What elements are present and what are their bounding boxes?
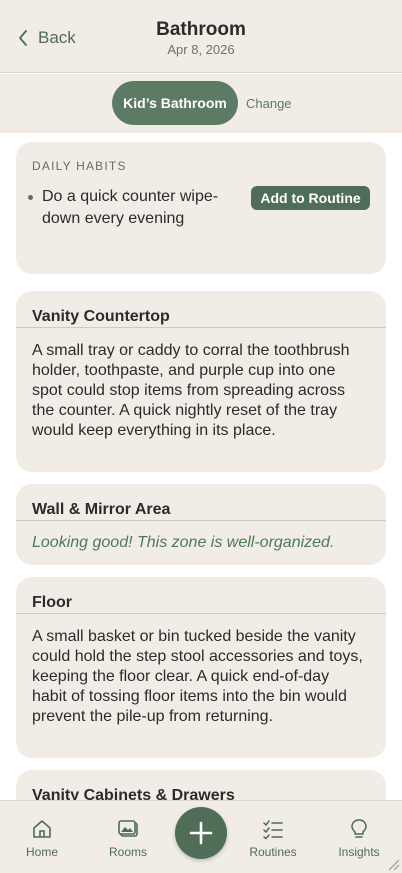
zone-description: A small tray or caddy to corral the toot… bbox=[32, 342, 350, 439]
zone-title: Floor bbox=[32, 594, 72, 611]
zone-description: A small basket or bin tucked beside the … bbox=[32, 628, 363, 725]
zone-title: Vanity Cabinets & Drawers bbox=[32, 787, 235, 800]
content-scroll[interactable]: DAILY HABITS Do a quick counter wipe-dow… bbox=[0, 133, 402, 800]
daily-habits-heading: DAILY HABITS bbox=[32, 159, 127, 173]
add-button[interactable] bbox=[175, 807, 227, 859]
nav-item-home[interactable]: Home bbox=[7, 818, 77, 859]
zone-status-good: Looking good! This zone is well-organize… bbox=[32, 534, 335, 551]
routines-icon bbox=[263, 820, 283, 840]
page-title: Bathroom bbox=[156, 19, 246, 40]
nav-label: Routines bbox=[249, 845, 297, 859]
rooms-icon bbox=[118, 820, 138, 837]
resize-handle-icon bbox=[388, 859, 400, 871]
nav-item-rooms[interactable]: Rooms bbox=[93, 818, 163, 859]
zone-card-vanity-countertop: Vanity Countertop A small tray or caddy … bbox=[16, 291, 386, 472]
add-to-routine-button[interactable]: Add to Routine bbox=[251, 186, 370, 210]
nav-item-routines[interactable]: Routines bbox=[238, 818, 308, 859]
top-header: Back Bathroom Apr 8, 2026 bbox=[0, 0, 402, 73]
daily-habits-card: DAILY HABITS Do a quick counter wipe-dow… bbox=[16, 142, 386, 274]
selected-room-pill[interactable]: Kid’s Bathroom bbox=[112, 81, 238, 125]
zone-title: Vanity Countertop bbox=[32, 308, 170, 325]
home-icon bbox=[33, 820, 51, 838]
zone-title: Wall & Mirror Area bbox=[32, 501, 171, 518]
zone-divider bbox=[16, 520, 386, 521]
change-room-link[interactable]: Change bbox=[246, 96, 292, 111]
nav-item-insights[interactable]: Insights bbox=[324, 818, 394, 859]
nav-label: Home bbox=[25, 845, 58, 859]
zone-card-wall-mirror: Wall & Mirror Area Looking good! This zo… bbox=[16, 484, 386, 565]
habit-item: Do a quick counter wipe-down every eveni… bbox=[28, 186, 222, 230]
zone-card-floor: Floor A small basket or bin tucked besid… bbox=[16, 577, 386, 758]
zone-divider bbox=[16, 613, 386, 614]
nav-label: Insights bbox=[338, 845, 380, 859]
lightbulb-icon bbox=[351, 819, 367, 838]
zone-card-vanity-cabinets: Vanity Cabinets & Drawers bbox=[16, 770, 386, 800]
page-date: Apr 8, 2026 bbox=[167, 42, 235, 57]
room-selector-bar: Kid’s Bathroom Change bbox=[0, 74, 402, 133]
nav-label: Rooms bbox=[108, 845, 147, 859]
plus-icon bbox=[189, 821, 213, 845]
bottom-nav: Home Rooms Routines Insights bbox=[0, 800, 402, 873]
zone-divider bbox=[16, 327, 386, 328]
